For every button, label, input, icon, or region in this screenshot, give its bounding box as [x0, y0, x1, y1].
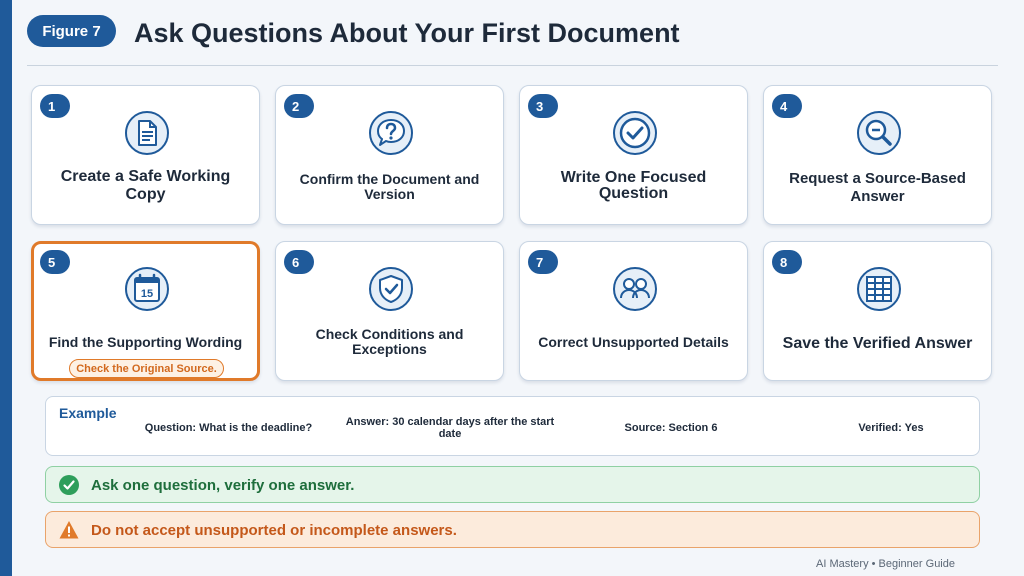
figure-badge: Figure 7 [27, 15, 116, 47]
step-card-2: 2 Confirm the Document and Version [275, 85, 504, 225]
footer-credit: AI Mastery • Beginner Guide [816, 558, 955, 570]
step-number-badge: 3 [528, 94, 558, 118]
step-number-badge: 5 [40, 250, 70, 274]
step-label: Check Conditions and Exceptions [315, 326, 464, 357]
step-label: Write One Focused Question [560, 169, 707, 202]
success-text: Ask one question, verify one answer. [91, 477, 355, 494]
left-accent-bar [0, 0, 12, 576]
warning-banner: Do not accept unsupported or incomplete … [45, 511, 980, 548]
example-label: Example [59, 405, 117, 421]
calendar-icon: 15 [124, 266, 170, 312]
document-icon [124, 110, 170, 156]
magnifier-icon [856, 110, 902, 156]
example-verified: Verified: Yes [858, 422, 924, 434]
step-number-badge: 6 [284, 250, 314, 274]
page-title: Ask Questions About Your First Document [134, 18, 680, 48]
header-divider [27, 65, 998, 66]
step-card-5: 5 15 Find the Supporting Wording Check t… [31, 241, 260, 381]
step-label: Create a Safe Working Copy [60, 168, 231, 203]
step-tag: Check the Original Source. [69, 359, 224, 378]
example-source: Source: Section 6 [624, 422, 718, 434]
step-card-6: 6 Check Conditions and Exceptions [275, 241, 504, 381]
step-label: Request a Source-Based Answer [789, 170, 966, 205]
step-number-badge: 1 [40, 94, 70, 118]
check-circle-icon [59, 475, 79, 495]
step-number-badge: 4 [772, 94, 802, 118]
warning-text: Do not accept unsupported or incomplete … [91, 522, 457, 539]
calendar-day-text: 15 [141, 288, 153, 300]
warning-triangle-icon [59, 520, 79, 540]
shield-check-icon [368, 266, 414, 312]
success-banner: Ask one question, verify one answer. [45, 466, 980, 503]
step-number-badge: 2 [284, 94, 314, 118]
step-card-8: 8 Save the Verified Answer [763, 241, 992, 381]
question-bubble-icon [368, 110, 414, 156]
step-label: Save the Verified Answer [782, 335, 973, 352]
example-answer: Answer: 30 calendar days after the start… [345, 416, 555, 440]
step-card-7: 7 Correct Unsupported Details [519, 241, 748, 381]
example-question: Question: What is the deadline? [144, 422, 313, 434]
step-label: Correct Unsupported Details [538, 334, 729, 350]
step-label: Confirm the Document and Version [299, 171, 480, 202]
step-number-badge: 8 [772, 250, 802, 274]
step-number-badge: 7 [528, 250, 558, 274]
people-icon [612, 266, 658, 312]
check-circle-icon [612, 110, 658, 156]
step-card-3: 3 Write One Focused Question [519, 85, 748, 225]
step-label: Find the Supporting Wording [48, 334, 243, 350]
step-card-1: 1 Create a Safe Working Copy [31, 85, 260, 225]
step-card-4: 4 Request a Source-Based Answer [763, 85, 992, 225]
example-panel: Example Question: What is the deadline? … [45, 396, 980, 456]
grid-table-icon [856, 266, 902, 312]
